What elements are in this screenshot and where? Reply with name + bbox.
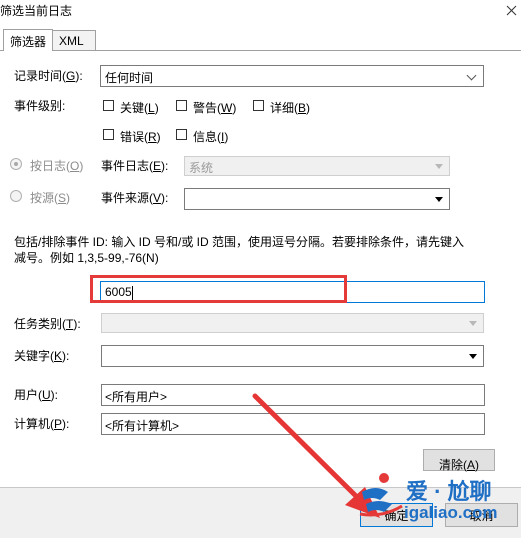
watermark-brand: 爱 · 尬聊 xyxy=(406,479,492,504)
watermark-url: igaliao.com xyxy=(404,503,498,522)
annotation-arrow xyxy=(252,393,380,518)
tab-filter-label: 筛选器 xyxy=(10,35,47,49)
tab-filter[interactable]: 筛选器 xyxy=(3,29,53,51)
brand-logo-icon xyxy=(359,473,403,517)
